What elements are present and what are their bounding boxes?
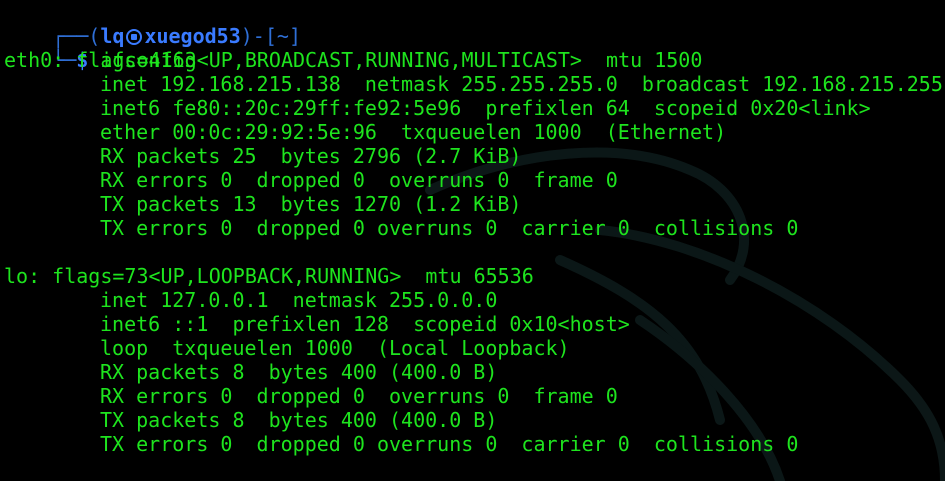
lo-header: lo: flags=73<UP,LOOPBACK,RUNNING> mtu 65…: [4, 264, 534, 288]
eth0-line-inet6: inet6 fe80::20c:29ff:fe92:5e96 prefixlen…: [100, 96, 871, 120]
eth0-line-rx-errors: RX errors 0 dropped 0 overruns 0 frame 0: [100, 168, 618, 192]
eth0-line-tx-packets: TX packets 13 bytes 1270 (1.2 KiB): [100, 192, 522, 216]
terminal-window[interactable]: ┌──(lq xuegod53)-[~] └─$ ifconfig eth0: f…: [0, 0, 945, 481]
prompt-frame-end: ]: [288, 24, 301, 48]
lo-line-rx-errors: RX errors 0 dropped 0 overruns 0 frame 0: [100, 384, 618, 408]
command-line[interactable]: └─$ ifconfig: [4, 24, 197, 72]
lo-line-inet6: inet6 ::1 prefixlen 128 scopeid 0x10<hos…: [100, 312, 630, 336]
eth0-line-inet: inet 192.168.215.138 netmask 255.255.255…: [100, 72, 943, 96]
prompt-frame-mid: )-[: [240, 24, 277, 48]
eth0-line-ether: ether 00:0c:29:92:5e:96 txqueuelen 1000 …: [100, 120, 727, 144]
lo-line-rx-packets: RX packets 8 bytes 400 (400.0 B): [100, 360, 498, 384]
eth0-line-tx-errors: TX errors 0 dropped 0 overruns 0 carrier…: [100, 216, 799, 240]
prompt-line: ┌──(lq xuegod53)-[~]: [4, 0, 301, 48]
prompt-cwd: ~: [276, 24, 289, 48]
lo-line-tx-errors: TX errors 0 dropped 0 overruns 0 carrier…: [100, 432, 799, 456]
lo-line-loop: loop txqueuelen 1000 (Local Loopback): [100, 336, 570, 360]
lo-line-inet: inet 127.0.0.1 netmask 255.0.0.0: [100, 288, 498, 312]
eth0-header: eth0: flags=4163<UP,BROADCAST,RUNNING,MU…: [4, 48, 703, 72]
lo-line-tx-packets: TX packets 8 bytes 400 (400.0 B): [100, 408, 498, 432]
eth0-line-rx-packets: RX packets 25 bytes 2796 (2.7 KiB): [100, 144, 522, 168]
